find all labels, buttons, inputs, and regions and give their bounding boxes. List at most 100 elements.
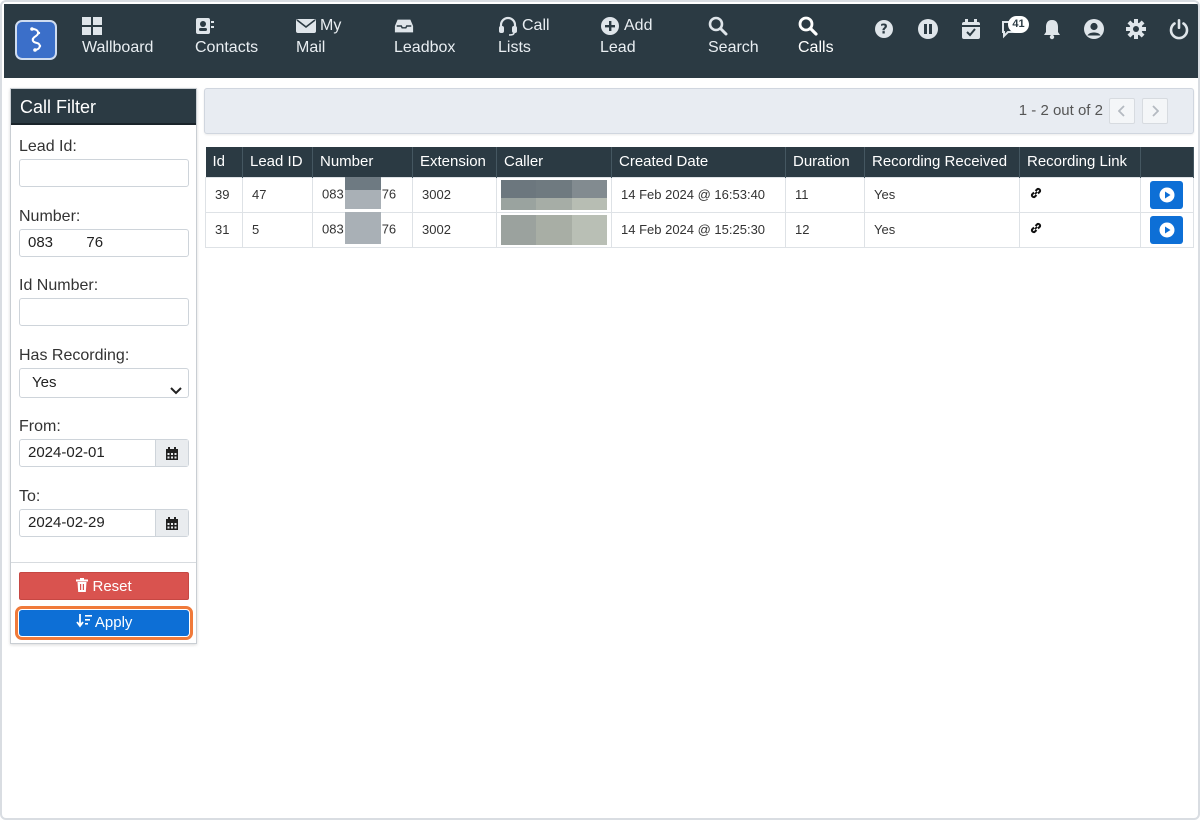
pause-icon[interactable]: [916, 17, 940, 41]
nav-search[interactable]: Search: [708, 14, 759, 58]
reset-label: Reset: [92, 578, 132, 595]
id-number-input[interactable]: [19, 298, 189, 326]
app-window: Wallboard Contacts My Mail Leadbox Call …: [0, 0, 1200, 820]
nav-search-label: Search: [708, 39, 759, 56]
apply-button[interactable]: Apply: [19, 610, 189, 636]
prev-page-button[interactable]: [1109, 98, 1135, 124]
cell-play: [1140, 211, 1194, 248]
gear-icon[interactable]: [1124, 17, 1148, 41]
cell-recording-received: Yes: [864, 176, 1020, 213]
nav-my-mail-line1: My: [320, 17, 342, 34]
number-prefix: 083: [322, 185, 344, 201]
col-recording-received[interactable]: Recording Received: [864, 147, 1020, 177]
svg-text:?: ?: [880, 23, 888, 38]
nav-my-mail[interactable]: My Mail: [296, 14, 341, 58]
cell-id: 39: [205, 176, 243, 213]
number-prefix: 083: [322, 220, 344, 236]
nav-call-lists[interactable]: Call Lists: [498, 14, 550, 58]
lead-id-input[interactable]: [19, 159, 189, 187]
calendar-check-icon[interactable]: [959, 17, 983, 41]
app-logo[interactable]: [15, 20, 57, 60]
nav-my-mail-label: Mail: [296, 39, 326, 56]
cell-extension: 3002: [412, 211, 497, 248]
to-date-field[interactable]: 2024-02-29: [19, 509, 189, 537]
col-extension[interactable]: Extension: [412, 147, 497, 177]
sidebar-divider: [11, 562, 196, 563]
table-row[interactable]: 31 5 083 76 3002 14 Feb 2024 @ 15:25:30 1…: [205, 211, 1194, 248]
table-header-row: Id Lead ID Number Extension Caller Creat…: [205, 147, 1194, 177]
redacted-caller: [501, 214, 607, 245]
col-caller[interactable]: Caller: [496, 147, 612, 177]
contacts-icon: [195, 16, 215, 36]
next-page-button[interactable]: [1142, 98, 1168, 124]
chevron-left-icon: [1118, 105, 1125, 117]
has-recording-select[interactable]: Yes: [19, 368, 189, 398]
cell-recording-link: [1019, 211, 1141, 248]
has-recording-label: Has Recording:: [19, 347, 130, 364]
redacted-number: [344, 211, 381, 244]
col-id[interactable]: Id: [205, 147, 243, 177]
nav-wallboard[interactable]: Wallboard: [82, 14, 153, 58]
trash-icon: [76, 578, 89, 592]
chevron-down-icon: [170, 378, 182, 406]
nav-calls[interactable]: Calls: [798, 14, 834, 58]
id-number-label: Id Number:: [19, 277, 99, 294]
col-created-date[interactable]: Created Date: [611, 147, 786, 177]
col-duration[interactable]: Duration: [785, 147, 865, 177]
user-icon[interactable]: [1082, 17, 1106, 41]
from-date-field[interactable]: 2024-02-01: [19, 439, 189, 467]
cell-caller: [496, 176, 612, 213]
nav-call-lists-label: Lists: [498, 39, 531, 56]
redacted-number: [344, 176, 381, 209]
inbox-icon: [394, 16, 414, 36]
calls-table: Id Lead ID Number Extension Caller Creat…: [205, 147, 1194, 248]
from-label: From:: [19, 418, 61, 435]
from-calendar-button[interactable]: [155, 440, 188, 466]
apply-label: Apply: [94, 614, 133, 631]
cell-lead-id: 5: [242, 211, 313, 248]
calendar-icon: [166, 516, 178, 530]
cell-caller: [496, 211, 612, 248]
pagination-bar: 1 - 2 out of 2: [204, 88, 1194, 134]
bell-icon[interactable]: [1040, 17, 1064, 41]
cell-duration: 11: [785, 176, 865, 213]
power-icon[interactable]: [1167, 17, 1191, 41]
play-recording-button[interactable]: [1150, 215, 1183, 244]
to-label: To:: [19, 488, 41, 505]
to-calendar-button[interactable]: [155, 510, 188, 536]
help-icon[interactable]: ?: [872, 17, 896, 41]
number-suffix: 76: [381, 220, 397, 236]
nav-add-lead[interactable]: Add Lead: [600, 14, 652, 58]
cell-lead-id: 47: [242, 176, 313, 213]
nav-add-lead-line1: Add: [624, 17, 653, 34]
nav-contacts-label: Contacts: [195, 39, 259, 56]
mail-icon: [296, 16, 316, 36]
cell-created-date: 14 Feb 2024 @ 15:25:30: [611, 211, 786, 248]
dashboard-icon: [82, 16, 102, 36]
number-input[interactable]: 083 76: [19, 229, 189, 257]
cell-recording-received: Yes: [864, 211, 1020, 248]
calendar-icon: [166, 446, 178, 460]
reset-button[interactable]: Reset: [19, 572, 189, 600]
has-recording-value: Yes: [32, 374, 57, 391]
logo-icon: [30, 27, 42, 52]
headset-icon: [498, 16, 518, 36]
nav-leadbox[interactable]: Leadbox: [394, 14, 455, 58]
col-number[interactable]: Number: [312, 147, 413, 177]
lead-id-label: Lead Id:: [19, 138, 77, 155]
link-icon[interactable]: [1029, 187, 1043, 203]
link-icon[interactable]: [1029, 222, 1043, 238]
call-filter-title: Call Filter: [11, 89, 196, 125]
play-icon: [1159, 222, 1174, 237]
nav-leadbox-label: Leadbox: [394, 39, 456, 56]
nav-add-lead-label: Lead: [600, 39, 636, 56]
play-recording-button[interactable]: [1150, 180, 1183, 209]
chevron-right-icon: [1152, 105, 1159, 117]
table-row[interactable]: 39 47 083 76 3002 14 Feb 2024 @ 16:53:40 …: [205, 176, 1194, 213]
cell-created-date: 14 Feb 2024 @ 16:53:40: [611, 176, 786, 213]
nav-contacts[interactable]: Contacts: [195, 14, 258, 58]
search-icon: [708, 16, 728, 36]
col-lead-id[interactable]: Lead ID: [242, 147, 313, 177]
search-icon: [798, 16, 818, 36]
col-recording-link[interactable]: Recording Link: [1019, 147, 1141, 177]
